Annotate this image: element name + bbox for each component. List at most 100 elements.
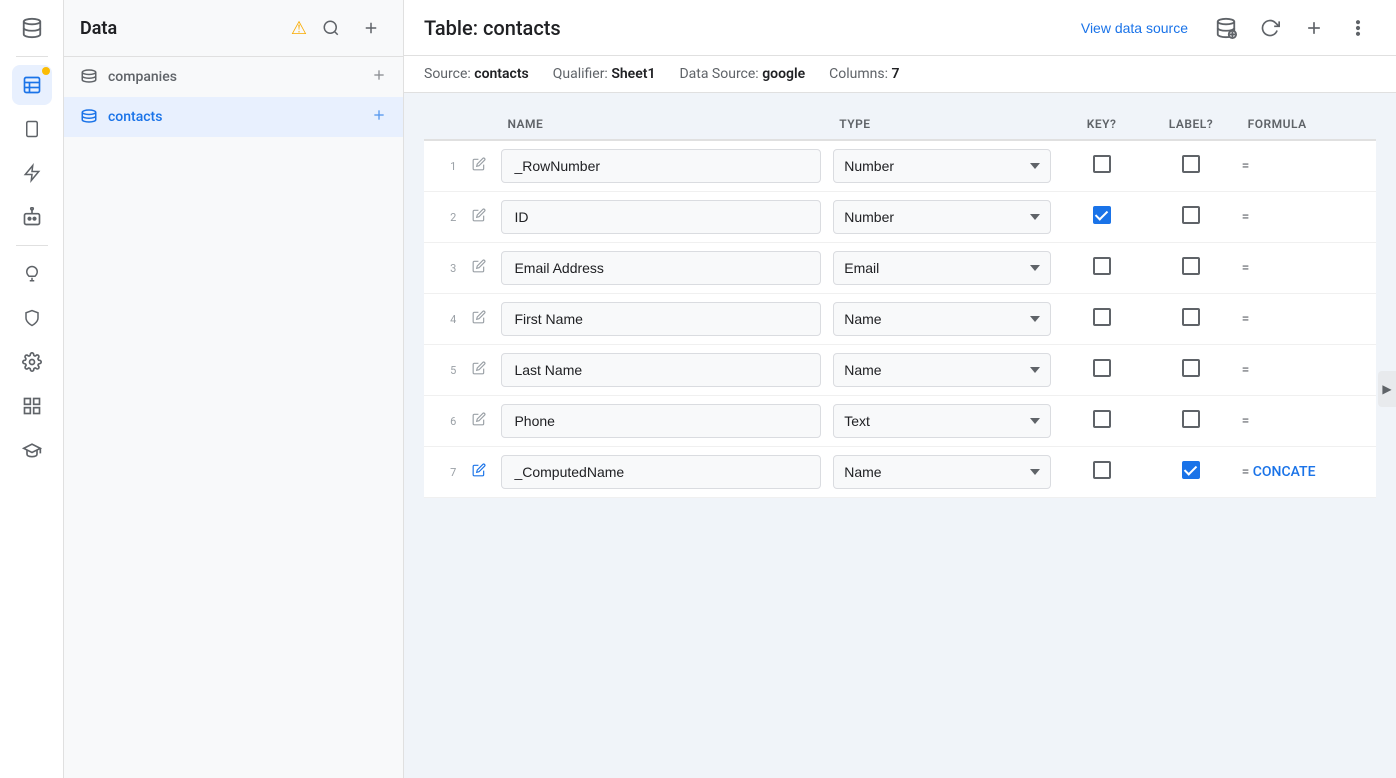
label-checkbox[interactable] xyxy=(1182,257,1200,275)
name-input[interactable] xyxy=(501,251,821,285)
formula-cell[interactable]: = xyxy=(1236,294,1376,345)
search-button[interactable] xyxy=(315,12,347,44)
name-input[interactable] xyxy=(501,455,821,489)
type-select[interactable]: NumberTextEmailNamePhoneDate xyxy=(833,200,1051,234)
label-cell xyxy=(1146,141,1235,192)
formula-cell[interactable]: = xyxy=(1236,243,1376,294)
edit-icon[interactable] xyxy=(462,192,495,243)
formula-cell[interactable]: = xyxy=(1236,345,1376,396)
key-cell xyxy=(1057,192,1146,243)
nav-icon-data[interactable] xyxy=(12,8,52,48)
name-input[interactable] xyxy=(501,353,821,387)
edit-icon[interactable] xyxy=(462,294,495,345)
nav-icon-settings[interactable] xyxy=(12,342,52,382)
type-cell: NumberTextEmailNamePhoneDate xyxy=(827,192,1057,243)
edit-icon[interactable] xyxy=(462,141,495,192)
type-cell: NumberTextEmailNamePhoneDate xyxy=(827,396,1057,447)
key-checkbox[interactable] xyxy=(1093,257,1111,275)
type-select[interactable]: NumberTextEmailNamePhoneDate xyxy=(833,353,1051,387)
warning-icon: ⚠ xyxy=(291,18,307,39)
nav-icon-bulb[interactable] xyxy=(12,254,52,294)
name-cell xyxy=(495,141,827,192)
name-input[interactable] xyxy=(501,200,821,234)
topbar: Table: contacts View data source xyxy=(404,0,1396,56)
row-number: 6 xyxy=(424,396,462,447)
label-checkbox[interactable] xyxy=(1182,410,1200,428)
sidebar-title: Data xyxy=(80,18,117,39)
add-button[interactable] xyxy=(1296,10,1332,46)
companies-label: companies xyxy=(108,69,361,85)
add-table-button[interactable] xyxy=(355,12,387,44)
metabar-columns: Columns: 7 xyxy=(829,66,899,82)
type-select[interactable]: NumberTextEmailNamePhoneDate xyxy=(833,302,1051,336)
nav-icon-graduation[interactable] xyxy=(12,430,52,470)
contacts-add-icon[interactable] xyxy=(371,107,387,127)
label-checkbox[interactable] xyxy=(1182,155,1200,173)
left-nav xyxy=(0,0,64,778)
row-number: 7 xyxy=(424,447,462,498)
type-cell: NumberTextEmailNamePhoneDate xyxy=(827,447,1057,498)
formula-cell[interactable]: = xyxy=(1236,192,1376,243)
nav-dot xyxy=(42,67,50,75)
table-row: 4NumberTextEmailNamePhoneDate= xyxy=(424,294,1376,345)
key-cell xyxy=(1057,141,1146,192)
edit-icon[interactable] xyxy=(462,447,495,498)
metabar: Source: contacts Qualifier: Sheet1 Data … xyxy=(404,56,1396,93)
type-select[interactable]: NumberTextEmailNamePhoneDate xyxy=(833,404,1051,438)
nav-icon-mobile[interactable] xyxy=(12,109,52,149)
edit-icon[interactable] xyxy=(462,396,495,447)
name-cell xyxy=(495,396,827,447)
label-cell xyxy=(1146,294,1235,345)
name-input[interactable] xyxy=(501,404,821,438)
nav-icon-shield[interactable] xyxy=(12,298,52,338)
scroll-right-arrow[interactable]: ▶ xyxy=(1378,371,1396,407)
nav-icon-bolt[interactable] xyxy=(12,153,52,193)
main-content: Table: contacts View data source xyxy=(404,0,1396,778)
formula-cell[interactable]: = CONCATE xyxy=(1236,447,1376,498)
key-checkbox[interactable] xyxy=(1093,410,1111,428)
sidebar-header: Data ⚠ xyxy=(64,0,403,57)
col-header-label: LABEL? xyxy=(1146,109,1235,141)
key-checkbox[interactable] xyxy=(1093,308,1111,326)
nav-icon-bot[interactable] xyxy=(12,197,52,237)
table-row: 5NumberTextEmailNamePhoneDate= xyxy=(424,345,1376,396)
label-checkbox[interactable] xyxy=(1182,206,1200,224)
more-options-button[interactable] xyxy=(1340,10,1376,46)
metabar-datasource: Data Source: google xyxy=(679,66,805,82)
view-data-source-button[interactable]: View data source xyxy=(1069,14,1200,42)
columns-value: 7 xyxy=(891,66,899,82)
name-cell xyxy=(495,243,827,294)
data-source-settings-button[interactable] xyxy=(1208,10,1244,46)
label-checkbox[interactable] xyxy=(1182,461,1200,479)
name-input[interactable] xyxy=(501,149,821,183)
type-select[interactable]: NumberTextEmailNamePhoneDate xyxy=(833,455,1051,489)
table-row: 3NumberTextEmailNamePhoneDate= xyxy=(424,243,1376,294)
nav-divider-2 xyxy=(16,245,48,246)
edit-icon[interactable] xyxy=(462,345,495,396)
key-checkbox[interactable] xyxy=(1093,359,1111,377)
companies-add-icon[interactable] xyxy=(371,67,387,87)
type-cell: NumberTextEmailNamePhoneDate xyxy=(827,141,1057,192)
sidebar-item-companies[interactable]: companies xyxy=(64,57,403,97)
type-select[interactable]: NumberTextEmailNamePhoneDate xyxy=(833,149,1051,183)
sidebar-header-icons: ⚠ xyxy=(291,12,387,44)
key-checkbox[interactable] xyxy=(1093,461,1111,479)
col-header-formula: FORMULA xyxy=(1236,109,1376,141)
name-cell xyxy=(495,192,827,243)
key-cell xyxy=(1057,396,1146,447)
topbar-actions: View data source xyxy=(1069,10,1376,46)
col-header-name: NAME xyxy=(495,109,827,141)
companies-icon xyxy=(80,68,98,87)
name-input[interactable] xyxy=(501,302,821,336)
refresh-button[interactable] xyxy=(1252,10,1288,46)
type-select[interactable]: NumberTextEmailNamePhoneDate xyxy=(833,251,1051,285)
key-checkbox[interactable] xyxy=(1093,206,1111,224)
edit-icon[interactable] xyxy=(462,243,495,294)
formula-cell[interactable]: = xyxy=(1236,396,1376,447)
key-checkbox[interactable] xyxy=(1093,155,1111,173)
sidebar-item-contacts[interactable]: contacts xyxy=(64,97,403,137)
label-checkbox[interactable] xyxy=(1182,359,1200,377)
label-checkbox[interactable] xyxy=(1182,308,1200,326)
formula-cell[interactable]: = xyxy=(1236,141,1376,192)
nav-icon-gallery[interactable] xyxy=(12,386,52,426)
